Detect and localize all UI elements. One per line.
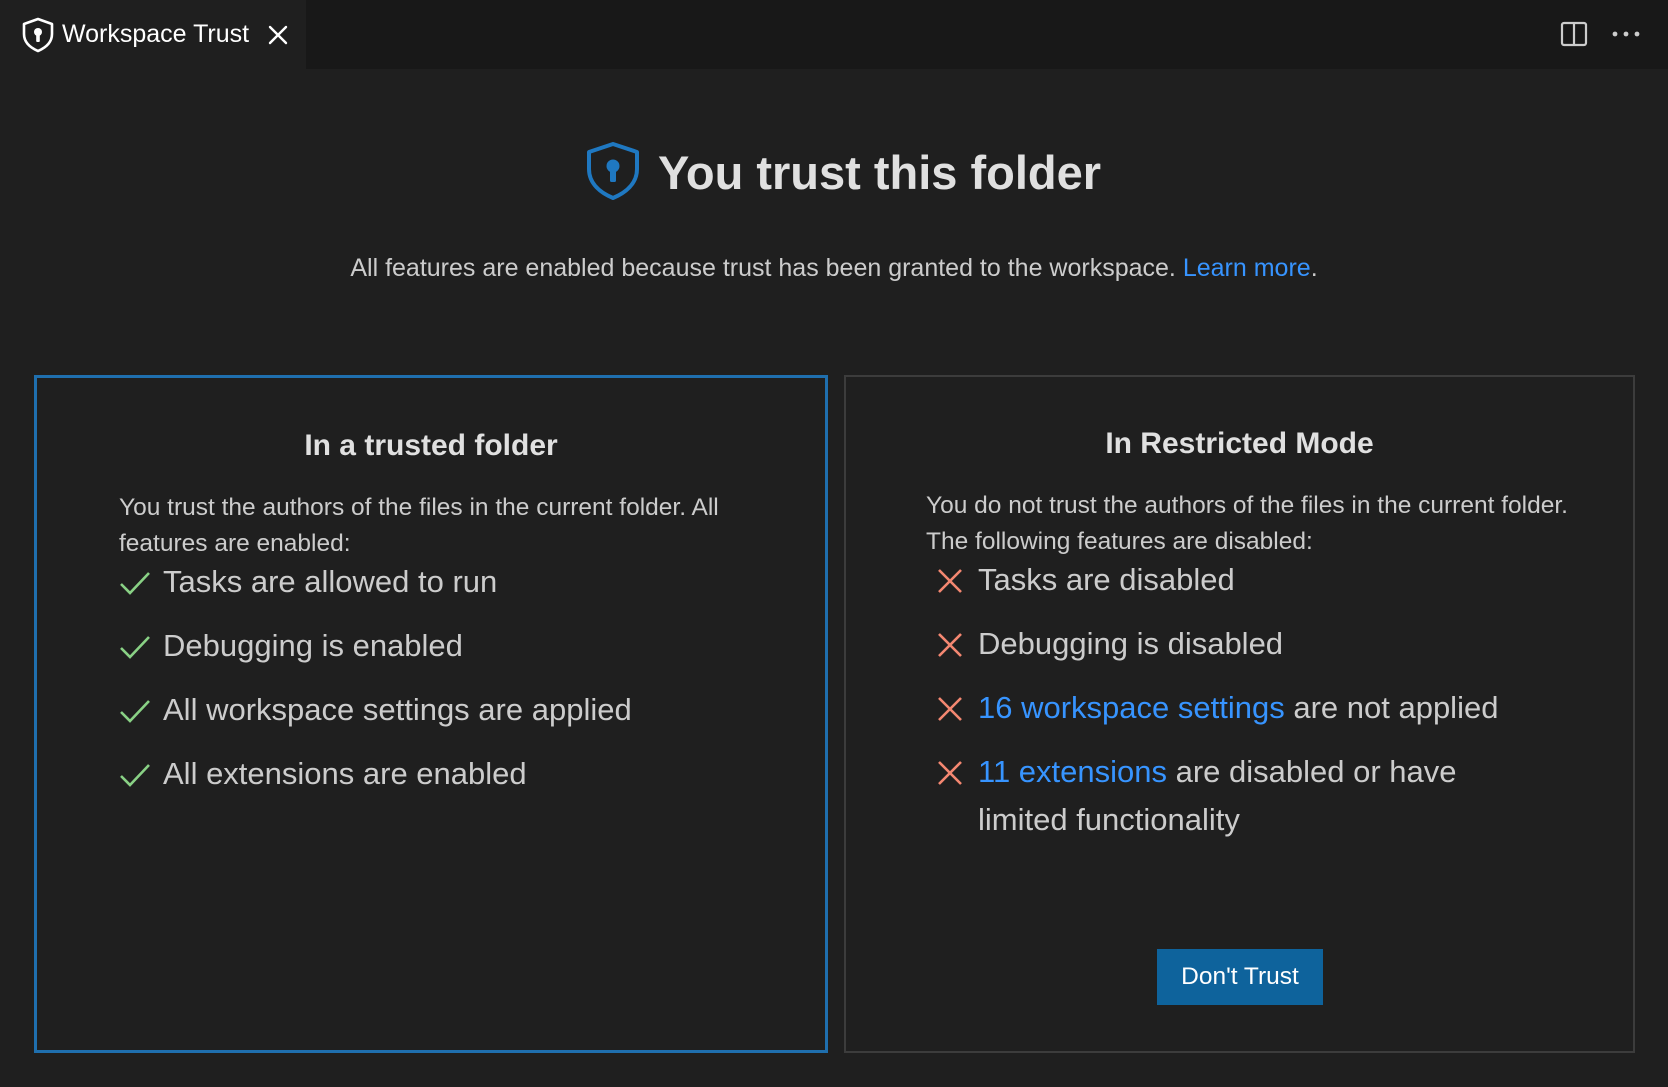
restricted-mode-card: In Restricted Mode You do not trust the … [844,375,1635,1053]
close-icon[interactable] [266,23,290,47]
card-title: In Restricted Mode [1105,427,1374,460]
feature-text: Tasks are allowed to run [163,564,498,599]
check-icon [120,700,150,723]
card-description: You trust the authors of the files in th… [119,494,719,557]
cross-icon [938,569,962,593]
learn-more-link[interactable]: Learn more [1183,254,1311,282]
trusted-folder-card: In a trusted folder You trust the author… [34,375,828,1053]
workspace-settings-link[interactable]: 16 workspace settings [978,690,1285,725]
page-subtitle: All features are enabled because trust h… [0,252,1668,284]
editor-tab-bar: Workspace Trust [0,0,1668,69]
feature-text: All workspace settings are applied [163,692,632,727]
check-icon [120,572,150,595]
more-actions-icon[interactable] [1610,22,1642,46]
cross-icon [938,697,962,721]
tab-title: Workspace Trust [62,20,250,48]
shield-lock-icon [587,142,639,200]
page-title: You trust this folder [658,146,1102,199]
feature-text: Debugging is disabled [978,626,1284,661]
feature-text: Debugging is enabled [163,628,463,663]
check-icon [120,764,150,787]
subtitle-end: . [1310,254,1318,282]
shield-lock-icon [22,17,54,53]
dont-trust-button[interactable]: Don't Trust [1157,949,1323,1005]
tab-workspace-trust[interactable]: Workspace Trust [0,0,306,69]
card-description: You do not trust the authors of the file… [926,492,1568,555]
feature-text: All extensions are enabled [163,756,527,791]
check-icon [120,636,150,659]
card-title: In a trusted folder [304,429,558,462]
feature-text: Tasks are disabled [978,562,1235,597]
subtitle-text: All features are enabled because trust h… [350,254,1183,282]
feature-text-rest: are not applied [1284,690,1499,725]
cross-icon [938,761,962,785]
cross-icon [938,633,962,657]
split-editor-icon[interactable] [1560,21,1588,47]
feature-text: 11 extensions are disabled or have limit… [978,748,1538,844]
feature-text: 16 workspace settings are not applied [978,684,1498,732]
extensions-link[interactable]: 11 extensions [978,754,1167,789]
